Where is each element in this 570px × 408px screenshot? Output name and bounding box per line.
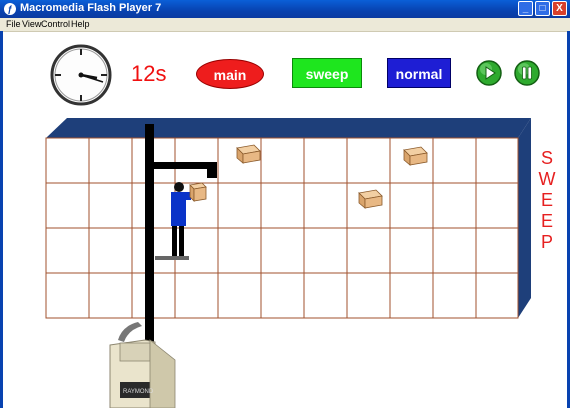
box[interactable] xyxy=(403,146,428,166)
forklift-base xyxy=(109,322,176,408)
sweep-letter: S xyxy=(540,148,553,168)
held-box xyxy=(189,182,207,202)
box[interactable] xyxy=(236,144,261,164)
forklift-boom xyxy=(150,162,216,169)
sweep-letter: W xyxy=(538,169,556,189)
forklift-platform xyxy=(155,256,189,260)
sweep-letter: E xyxy=(540,190,553,210)
rack-top xyxy=(46,118,531,138)
box[interactable] xyxy=(358,189,383,209)
forklift-mast xyxy=(145,124,154,346)
forklift-fork xyxy=(207,162,217,178)
rack-side xyxy=(518,118,531,318)
sweep-letter: P xyxy=(540,232,553,252)
sweep-side-label: S W E E P xyxy=(537,148,557,253)
sweep-letter: E xyxy=(540,211,553,231)
forklift-brand: RAYMOND xyxy=(123,389,154,395)
warehouse-scene: RAYMOND xyxy=(45,118,531,408)
rack-grid xyxy=(45,137,519,319)
